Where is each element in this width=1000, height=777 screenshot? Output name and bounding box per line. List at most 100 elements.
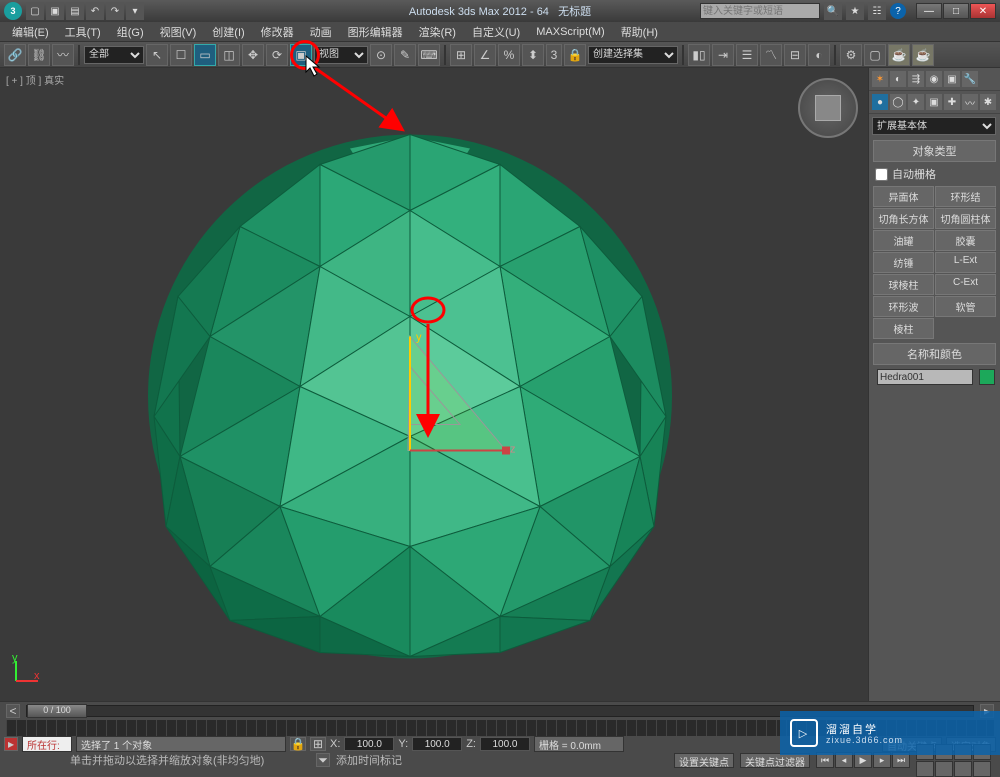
qat-dropdown-icon[interactable]: ▾ — [126, 2, 144, 20]
maximize-button[interactable]: □ — [943, 3, 969, 19]
link-icon[interactable]: 🔗 — [4, 44, 26, 66]
menu-help[interactable]: 帮助(H) — [613, 24, 666, 40]
fov-icon[interactable] — [916, 761, 934, 777]
type-lext-button[interactable]: L-Ext — [935, 252, 996, 273]
tab-motion-icon[interactable]: ◉ — [926, 71, 942, 87]
align-icon[interactable]: ⇥ — [712, 44, 734, 66]
add-time-tag-label[interactable]: 添加时间标记 — [336, 752, 402, 768]
menu-animation[interactable]: 动画 — [302, 24, 340, 40]
qat-open-icon[interactable]: ▣ — [46, 2, 64, 20]
rollup-object-type[interactable]: 对象类型 — [873, 140, 996, 162]
layers-icon[interactable]: ☰ — [736, 44, 758, 66]
rotate-icon[interactable]: ⟳ — [266, 44, 288, 66]
minimize-button[interactable]: — — [916, 3, 942, 19]
render-setup-icon[interactable]: ⚙ — [840, 44, 862, 66]
named-selection-sets-input[interactable]: 创建选择集 — [588, 46, 678, 64]
type-chamfer-box-button[interactable]: 切角长方体 — [873, 208, 934, 229]
menu-rendering[interactable]: 渲染(R) — [411, 24, 464, 40]
menu-edit[interactable]: 编辑(E) — [4, 24, 57, 40]
menu-group[interactable]: 组(G) — [109, 24, 152, 40]
create-lights-icon[interactable]: ✦ — [908, 94, 924, 110]
ref-coord-dropdown[interactable]: 视图 — [314, 46, 368, 64]
comm-center-icon[interactable]: ☷ — [868, 2, 886, 20]
type-hedra-button[interactable]: 异面体 — [873, 186, 934, 207]
create-shapes-icon[interactable]: ◯ — [890, 94, 906, 110]
time-tag-icon[interactable]: ⏷ — [316, 753, 330, 767]
snap-angle-icon[interactable]: ∠ — [474, 44, 496, 66]
type-capsule-button[interactable]: 胶囊 — [935, 230, 996, 251]
type-gengon-button[interactable]: 球棱柱 — [873, 274, 934, 295]
curve-editor-icon[interactable]: 〽 — [760, 44, 782, 66]
object-color-swatch[interactable] — [979, 369, 995, 385]
render-frame-icon[interactable]: ▢ — [864, 44, 886, 66]
favorites-icon[interactable]: ★ — [846, 2, 864, 20]
qat-new-icon[interactable]: ▢ — [26, 2, 44, 20]
time-slider-thumb[interactable]: 0 / 100 — [27, 704, 87, 718]
tab-display-icon[interactable]: ▣ — [944, 71, 960, 87]
create-spacewarps-icon[interactable]: 〰 — [962, 94, 978, 110]
maximize-viewport-icon[interactable] — [973, 761, 991, 777]
create-systems-icon[interactable]: ✱ — [980, 94, 996, 110]
object-category-dropdown[interactable]: 扩展基本体 — [872, 117, 996, 135]
render-icon[interactable]: ☕ — [888, 44, 910, 66]
viewcube[interactable] — [798, 78, 858, 138]
tab-modify-icon[interactable]: ◐ — [890, 71, 906, 87]
menu-tools[interactable]: 工具(T) — [57, 24, 109, 40]
rollup-name-color[interactable]: 名称和颜色 — [873, 343, 996, 365]
manipulate-icon[interactable]: ✎ — [394, 44, 416, 66]
timeline-toggle-icon[interactable]: < — [6, 704, 20, 718]
type-spindle-button[interactable]: 纺锤 — [873, 252, 934, 273]
coord-z-input[interactable] — [480, 737, 530, 751]
create-cameras-icon[interactable]: ▣ — [926, 94, 942, 110]
mirror-icon[interactable]: ▮▯ — [688, 44, 710, 66]
tab-create-icon[interactable]: ✶ — [872, 71, 888, 87]
select-region-icon[interactable]: ▭ — [194, 44, 216, 66]
keyboard-shortcut-icon[interactable]: ⌨ — [418, 44, 440, 66]
material-editor-icon[interactable]: ◐ — [808, 44, 830, 66]
type-ringwave-button[interactable]: 环形波 — [873, 296, 934, 317]
object-name-input[interactable] — [877, 369, 973, 385]
help-icon[interactable]: ? — [890, 3, 906, 19]
snap-3d-icon[interactable]: 3 — [546, 44, 562, 66]
menu-create[interactable]: 创建(I) — [204, 24, 252, 40]
tab-hierarchy-icon[interactable]: ⇶ — [908, 71, 924, 87]
search-icon[interactable]: 🔍 — [824, 2, 842, 20]
pivot-icon[interactable]: ⊙ — [370, 44, 392, 66]
setkey-button[interactable]: 设置关键点 — [674, 753, 734, 768]
menu-graph-editors[interactable]: 图形编辑器 — [340, 24, 411, 40]
app-logo-icon[interactable]: 3 — [4, 2, 22, 20]
type-prism-button[interactable]: 棱柱 — [873, 318, 934, 339]
schematic-view-icon[interactable]: ⊟ — [784, 44, 806, 66]
snap-2d-icon[interactable]: ⊞ — [450, 44, 472, 66]
orbit-icon[interactable] — [954, 761, 972, 777]
qat-redo-icon[interactable]: ↷ — [106, 2, 124, 20]
unlink-icon[interactable]: ⛓ — [28, 44, 50, 66]
type-torus-knot-button[interactable]: 环形结 — [935, 186, 996, 207]
selection-filter-dropdown[interactable]: 全部 — [84, 46, 144, 64]
type-hose-button[interactable]: 软管 — [935, 296, 996, 317]
menu-modifiers[interactable]: 修改器 — [253, 24, 302, 40]
viewport-label[interactable]: [ + ] 顶 ] 真实 — [6, 72, 64, 87]
autogrid-checkbox[interactable] — [875, 168, 888, 181]
coord-y-input[interactable] — [412, 737, 462, 751]
spinner-snap-icon[interactable]: ⬍ — [522, 44, 544, 66]
type-chamfer-cyl-button[interactable]: 切角圆柱体 — [935, 208, 996, 229]
viewport-top-realistic[interactable]: [ + ] 顶 ] 真实 — [0, 68, 868, 701]
lock-selection-icon[interactable]: 🔒 — [290, 737, 306, 751]
coord-x-input[interactable] — [344, 737, 394, 751]
bind-spacewarp-icon[interactable]: 〰 — [52, 44, 74, 66]
menu-maxscript[interactable]: MAXScript(M) — [528, 26, 612, 38]
select-by-name-icon[interactable]: ☐ — [170, 44, 192, 66]
render-last-icon[interactable]: ☕ — [912, 44, 934, 66]
qat-undo-icon[interactable]: ↶ — [86, 2, 104, 20]
close-button[interactable]: ✕ — [970, 3, 996, 19]
snap-percent-icon[interactable]: % — [498, 44, 520, 66]
type-oiltank-button[interactable]: 油罐 — [873, 230, 934, 251]
create-geometry-icon[interactable]: ● — [872, 94, 888, 110]
select-icon[interactable]: ↖ — [146, 44, 168, 66]
create-helpers-icon[interactable]: ✚ — [944, 94, 960, 110]
move-icon[interactable]: ✥ — [242, 44, 264, 66]
pan-icon[interactable] — [935, 761, 953, 777]
window-crossing-icon[interactable]: ◫ — [218, 44, 240, 66]
menu-customize[interactable]: 自定义(U) — [464, 24, 528, 40]
